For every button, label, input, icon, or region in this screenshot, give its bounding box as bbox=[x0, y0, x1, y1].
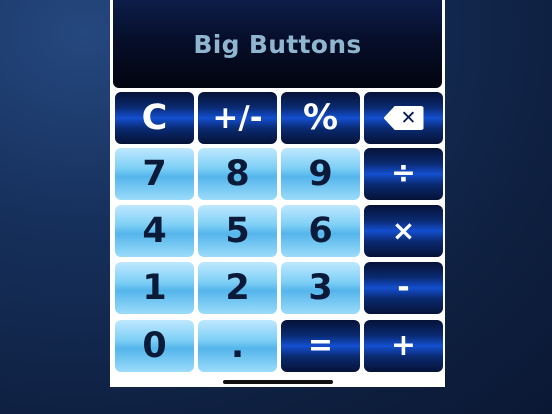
plus-minus-button[interactable]: +/- bbox=[198, 92, 277, 144]
key-label: C bbox=[141, 97, 168, 138]
divide-button[interactable]: ÷ bbox=[364, 148, 443, 200]
home-indicator[interactable] bbox=[223, 380, 333, 384]
decimal-button[interactable]: . bbox=[198, 320, 277, 372]
digit-6-button[interactable]: 6 bbox=[281, 205, 360, 257]
digit-1-button[interactable]: 1 bbox=[115, 262, 194, 314]
percent-button[interactable]: % bbox=[281, 92, 360, 144]
multiply-button[interactable]: × bbox=[364, 205, 443, 257]
key-label: + bbox=[390, 328, 417, 363]
digit-9-button[interactable]: 9 bbox=[281, 148, 360, 200]
key-label: . bbox=[230, 325, 245, 366]
key-label: +/- bbox=[212, 99, 263, 136]
key-label: 2 bbox=[225, 267, 250, 308]
key-label: = bbox=[307, 328, 334, 363]
digit-0-button[interactable]: 0 bbox=[115, 320, 194, 372]
key-label: × bbox=[391, 214, 416, 247]
key-label: 9 bbox=[308, 153, 333, 194]
digit-8-button[interactable]: 8 bbox=[198, 148, 277, 200]
key-label: 5 bbox=[225, 210, 250, 251]
key-label: ÷ bbox=[390, 156, 417, 191]
key-label: 8 bbox=[225, 153, 250, 194]
key-label: % bbox=[302, 97, 339, 138]
backspace-icon bbox=[383, 106, 424, 130]
key-label: 7 bbox=[142, 153, 167, 194]
equals-button[interactable]: = bbox=[281, 320, 360, 372]
display-panel: Big Buttons bbox=[113, 0, 442, 88]
key-label: 1 bbox=[142, 267, 167, 308]
calculator-app: Big Buttons C +/- % 7 8 9 ÷ 4 5 6 × 1 2 … bbox=[110, 0, 445, 387]
plus-button[interactable]: + bbox=[364, 320, 443, 372]
clear-button[interactable]: C bbox=[115, 92, 194, 144]
key-label: 6 bbox=[308, 210, 333, 251]
key-label: 3 bbox=[308, 267, 333, 308]
digit-4-button[interactable]: 4 bbox=[115, 205, 194, 257]
minus-button[interactable]: - bbox=[364, 262, 443, 314]
key-label: 4 bbox=[142, 210, 167, 251]
display-text: Big Buttons bbox=[193, 29, 362, 59]
key-label: 0 bbox=[142, 325, 167, 366]
digit-7-button[interactable]: 7 bbox=[115, 148, 194, 200]
digit-5-button[interactable]: 5 bbox=[198, 205, 277, 257]
digit-3-button[interactable]: 3 bbox=[281, 262, 360, 314]
key-label: - bbox=[397, 270, 410, 305]
backspace-button[interactable] bbox=[364, 92, 443, 144]
digit-2-button[interactable]: 2 bbox=[198, 262, 277, 314]
